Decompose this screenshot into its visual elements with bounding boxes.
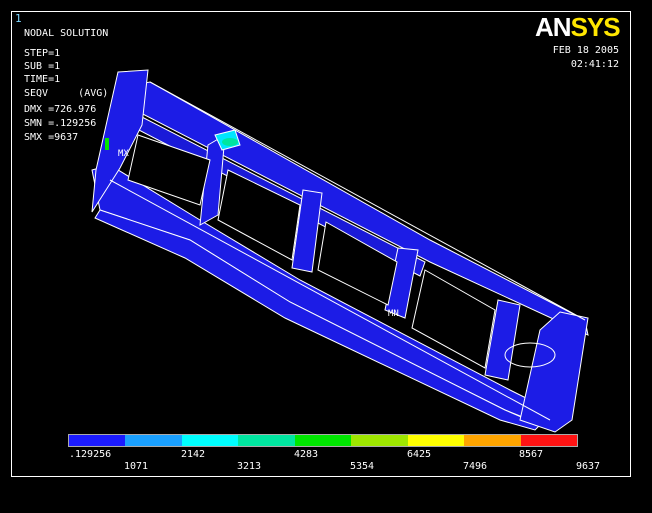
- legend-swatch-2: [181, 435, 239, 446]
- legend-label-lower-0: 1071: [124, 461, 149, 472]
- legend-label-lower-4: 9637: [576, 461, 601, 472]
- legend-label-upper-3: 6425: [407, 449, 432, 460]
- legend-label-upper-0: .129256: [69, 449, 112, 460]
- legend-swatch-1: [125, 435, 182, 446]
- legend-swatch-3: [238, 435, 295, 446]
- legend-swatch-5: [351, 435, 408, 446]
- stress-hotspot-core: [222, 138, 238, 146]
- max-marker: MX: [118, 149, 129, 159]
- legend-swatch-6: [407, 435, 465, 446]
- contour-legend-bar: [68, 434, 578, 447]
- stress-hotspot-left: [105, 138, 109, 150]
- legend-swatch-4: [294, 435, 352, 446]
- legend-label-upper-4: 8567: [519, 449, 544, 460]
- legend-label-upper-2: 4283: [294, 449, 319, 460]
- legend-label-lower-2: 5354: [350, 461, 375, 472]
- legend-label-lower-3: 7496: [463, 461, 488, 472]
- legend-swatch-0: [69, 435, 126, 446]
- legend-swatch-7: [464, 435, 521, 446]
- min-marker: MN: [388, 309, 399, 319]
- right-end-post: [519, 311, 589, 433]
- legend-swatch-8: [520, 435, 577, 446]
- top-rail: [119, 81, 589, 336]
- legend-label-lower-1: 3213: [237, 461, 262, 472]
- legend-label-upper-1: 2142: [181, 449, 206, 460]
